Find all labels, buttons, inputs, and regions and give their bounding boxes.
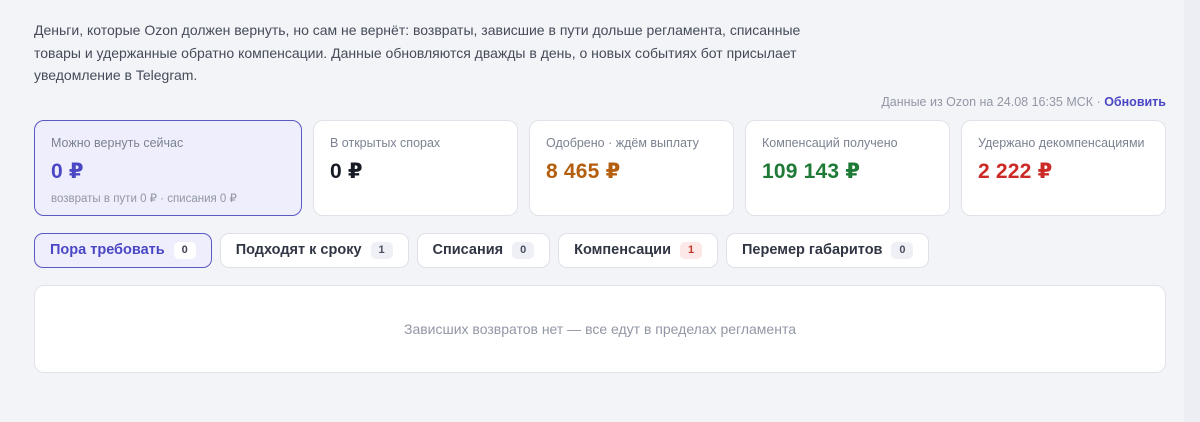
tab-time-to-claim[interactable]: Пора требовать 0 [34, 232, 212, 268]
summary-cards: Можно вернуть сейчас 0 ₽ возвраты в пути… [34, 119, 1166, 216]
empty-state-panel: Зависших возвратов нет — все едут в пред… [34, 284, 1166, 373]
count-badge: 1 [680, 241, 702, 259]
tab-compensations[interactable]: Компенсации 1 [558, 232, 718, 268]
data-source-label: Данные из Ozon на 24.08 16:35 МСК [881, 94, 1094, 109]
tab-label: Компенсации [574, 242, 671, 258]
card-value: 0 ₽ [51, 159, 84, 183]
card-label: Удержано декомпенсациями [978, 135, 1145, 150]
tab-label: Перемер габаритов [742, 242, 883, 258]
card-approved-awaiting: Одобрено · ждём выплату 8 465 ₽ [529, 119, 734, 216]
window-edge [1184, 0, 1200, 422]
tab-label: Списания [432, 242, 504, 258]
tab-label: Пора требовать [50, 242, 165, 258]
card-can-return-now[interactable]: Можно вернуть сейчас 0 ₽ возвраты в пути… [34, 119, 302, 216]
tab-deadline-approaching[interactable]: Подходят к сроку 1 [219, 232, 409, 268]
count-badge: 0 [173, 241, 196, 259]
card-value: 2 222 ₽ [978, 159, 1053, 183]
page-description: Деньги, которые Ozon должен вернуть, но … [34, 22, 801, 83]
count-badge: 1 [370, 241, 393, 259]
count-badge: 0 [512, 241, 535, 259]
card-label: Компенсаций получено [762, 135, 898, 150]
card-open-disputes: В открытых спорах 0 ₽ [313, 119, 518, 216]
filter-tabs: Пора требовать 0 Подходят к сроку 1 Спис… [34, 232, 1166, 268]
refresh-link[interactable]: Обновить [1104, 95, 1166, 109]
card-label: Одобрено · ждём выплату [546, 135, 699, 150]
tab-dimension-remeasure[interactable]: Перемер габаритов 0 [726, 232, 930, 268]
card-compensations-received: Компенсаций получено 109 143 ₽ [745, 119, 950, 216]
empty-state-message: Зависших возвратов нет — все едут в пред… [403, 320, 796, 337]
data-freshness-line: Данные из Ozon на 24.08 16:35 МСК · Обно… [34, 95, 1166, 113]
card-breakdown: возвраты в пути 0 ₽ · списания 0 ₽ [51, 192, 237, 205]
count-badge: 0 [891, 241, 914, 259]
tab-label: Подходят к сроку [235, 242, 362, 258]
card-value: 109 143 ₽ [762, 159, 861, 183]
card-value: 8 465 ₽ [546, 159, 621, 183]
tab-write-offs[interactable]: Списания 0 [416, 232, 551, 268]
card-label: Можно вернуть сейчас [51, 135, 184, 150]
card-label: В открытых спорах [330, 135, 441, 150]
meta-separator: · [1093, 94, 1105, 109]
card-value: 0 ₽ [330, 159, 363, 183]
card-withheld-decompensations: Удержано декомпенсациями 2 222 ₽ [961, 119, 1166, 216]
claims-page: Деньги, которые Ozon должен вернуть, но … [34, 0, 1166, 373]
